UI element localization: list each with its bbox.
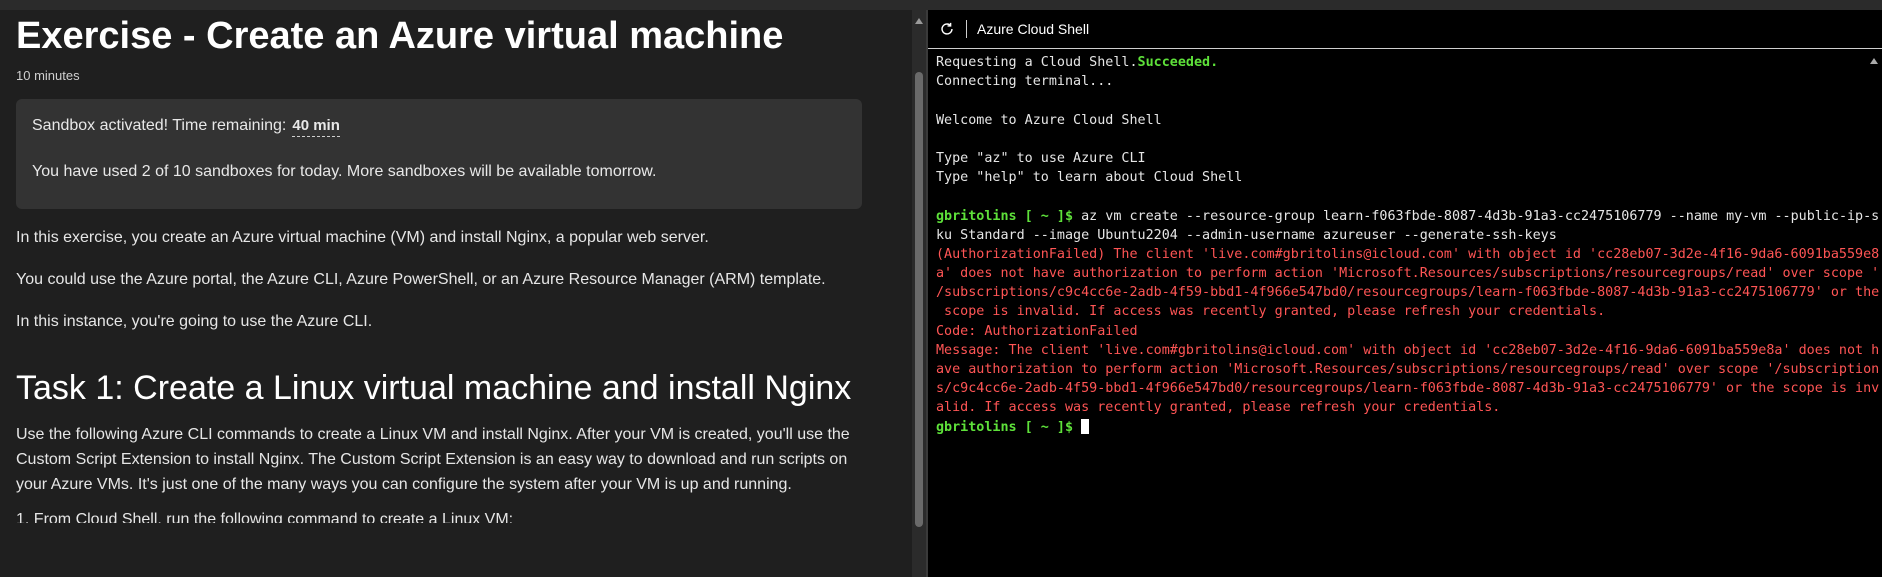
scroll-thumb[interactable] — [915, 72, 923, 527]
sandbox-status-text: Sandbox activated! Time remaining: — [32, 117, 287, 134]
terminal-error-text: scope is invalid. If access was recently… — [936, 304, 1606, 320]
terminal-line: Code: AuthorizationFailed — [936, 322, 1856, 341]
cloud-shell-title: Azure Cloud Shell — [977, 21, 1090, 37]
terminal-line: ave authorization to perform action 'Mic… — [936, 360, 1879, 379]
learn-content: Exercise - Create an Azure virtual machi… — [16, 10, 866, 523]
terminal-line: Type "az" to use Azure CLI — [936, 149, 1856, 168]
intro-paragraph: In this exercise, you create an Azure vi… — [16, 229, 709, 246]
terminal-error-text: Message: The client 'live.com#gbritolins… — [936, 342, 1880, 358]
terminal-text: Welcome to Azure Cloud Shell — [936, 112, 1162, 128]
duration-label: 10 minutes — [16, 68, 80, 83]
terminal-error-text: a' does not have authorization to perfor… — [936, 266, 1880, 282]
terminal-text: ku Standard --image Ubuntu2204 --admin-u… — [936, 227, 1557, 243]
terminal-line: alid. If access was recently granted, pl… — [936, 398, 1856, 417]
terminal-text: Requesting a Cloud Shell. — [936, 55, 1138, 70]
terminal-line: /subscriptions/c9c4cc6e-2adb-4f59-bbd1-4… — [936, 283, 1879, 302]
instance-paragraph: In this instance, you're going to use th… — [16, 313, 373, 330]
terminal-line: Message: The client 'live.com#gbritolins… — [936, 341, 1879, 360]
terminal-line: Connecting terminal... — [936, 72, 1856, 91]
sandbox-status: Sandbox activated! Time remaining: 40 min — [32, 117, 878, 137]
reload-icon[interactable] — [938, 20, 956, 38]
sandbox-usage-text: You have used 2 of 10 sandboxes for toda… — [32, 163, 657, 180]
terminal-line: (AuthorizationFailed) The client 'live.c… — [936, 245, 1879, 264]
learn-panel: Exercise - Create an Azure virtual machi… — [0, 10, 912, 577]
task-paragraph: Use the following Azure CLI commands to … — [16, 426, 850, 493]
task-heading: Task 1: Create a Linux virtual machine a… — [16, 369, 852, 407]
terminal-text: Type "az" to use Azure CLI — [936, 150, 1146, 166]
terminal-error-text: s/c9c4cc6e-2adb-4f59-bbd1-4f966e547bd0/r… — [936, 381, 1880, 397]
terminal-output[interactable]: Requesting a Cloud Shell.Succeeded. Conne… — [936, 53, 1879, 437]
terminal-line: gbritolins [ ~ ]$ az vm create --resourc… — [936, 207, 1879, 226]
terminal-error-text: alid. If access was recently granted, pl… — [936, 400, 1501, 416]
terminal-error-text: (AuthorizationFailed) The client 'live.c… — [936, 246, 1880, 262]
list-item: 1. From Cloud Shell, run the following c… — [16, 511, 866, 523]
sandbox-banner: Sandbox activated! Time remaining: 40 min… — [16, 99, 862, 209]
terminal-line: s/c9c4cc6e-2adb-4f59-bbd1-4f966e547bd0/r… — [936, 379, 1879, 398]
terminal-text: az vm create --resource-group learn-f063… — [1081, 208, 1880, 224]
terminal-text: Type "help" to learn about Cloud Shell — [936, 170, 1243, 186]
terminal-line: ku Standard --image Ubuntu2204 --admin-u… — [936, 226, 1856, 245]
terminal-line: Welcome to Azure Cloud Shell — [936, 111, 1856, 130]
cloud-shell-header: Azure Cloud Shell — [928, 10, 1882, 49]
page-title: Exercise - Create an Azure virtual machi… — [16, 15, 784, 57]
scroll-up-icon[interactable] — [915, 18, 923, 24]
cloud-shell-panel: Azure Cloud Shell Requesting a Cloud She… — [928, 10, 1882, 577]
header-separator — [966, 20, 967, 38]
terminal-prompt: gbritolins [ ~ ]$ — [936, 419, 1082, 435]
terminal-line: Requesting a Cloud Shell.Succeeded. — [936, 53, 1856, 72]
terminal-line: gbritolins [ ~ ]$ — [936, 418, 1856, 437]
sandbox-time-remaining[interactable]: 40 min — [292, 117, 340, 137]
terminal-line: scope is invalid. If access was recently… — [936, 302, 1856, 321]
terminal-text: Connecting terminal... — [936, 74, 1114, 90]
terminal-cursor — [1081, 419, 1090, 435]
options-paragraph: You could use the Azure portal, the Azur… — [16, 271, 826, 288]
terminal-error-text: /subscriptions/c9c4cc6e-2adb-4f59-bbd1-4… — [936, 285, 1880, 301]
terminal-error-text: Code: AuthorizationFailed — [936, 323, 1138, 339]
terminal-line: a' does not have authorization to perfor… — [936, 264, 1879, 283]
terminal-error-text: ave authorization to perform action 'Mic… — [936, 362, 1880, 377]
learn-scrollbar[interactable] — [912, 10, 926, 577]
terminal-scroll-up-icon[interactable] — [1870, 58, 1878, 64]
terminal-prompt: Succeeded. — [1137, 55, 1219, 70]
terminal-prompt: gbritolins [ ~ ]$ — [936, 208, 1082, 224]
terminal-line: Type "help" to learn about Cloud Shell — [936, 168, 1856, 187]
list-item-text: 1. From Cloud Shell, run the following c… — [16, 511, 514, 523]
